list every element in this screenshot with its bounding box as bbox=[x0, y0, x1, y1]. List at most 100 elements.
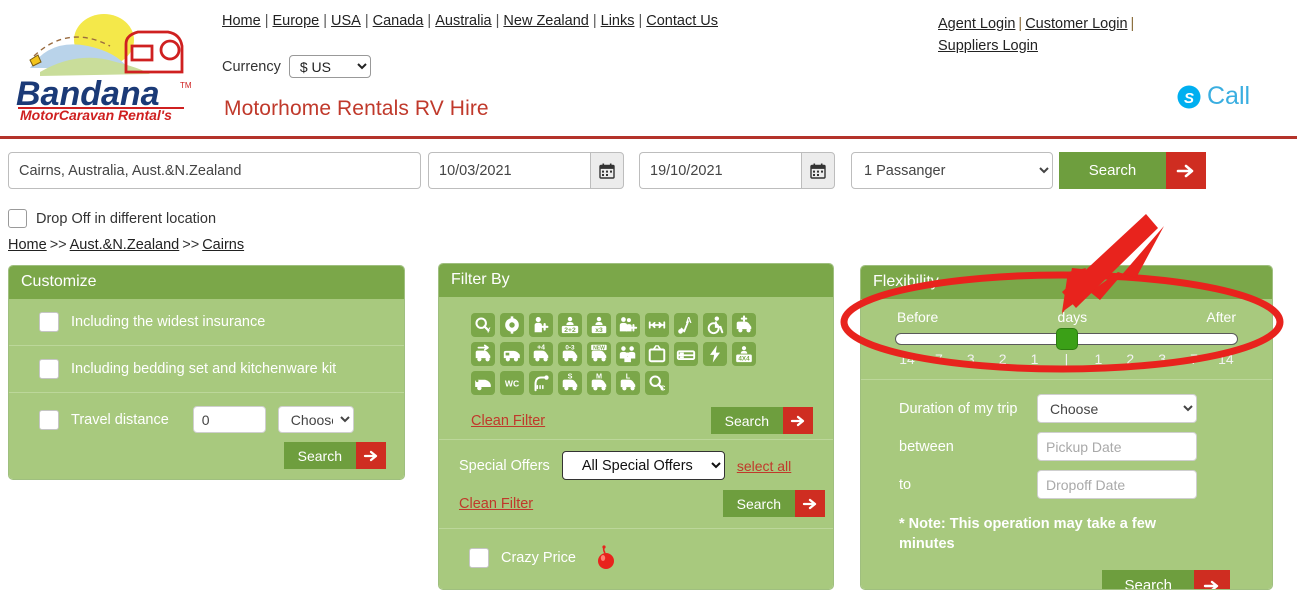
flex-dropoff-date-input[interactable] bbox=[1037, 470, 1197, 499]
van-arrow-icon[interactable] bbox=[471, 342, 495, 366]
nav-separator: | bbox=[364, 13, 369, 29]
person-plus-icon[interactable] bbox=[529, 313, 553, 337]
people-plus-icon[interactable] bbox=[616, 313, 640, 337]
flex-pickup-date-input[interactable] bbox=[1037, 432, 1197, 461]
camper-icon[interactable] bbox=[500, 342, 524, 366]
van-m-icon[interactable]: M bbox=[587, 371, 611, 395]
2plus2-icon[interactable]: 2+2 bbox=[558, 313, 582, 337]
special-offers-search-arrow-button[interactable] bbox=[795, 490, 825, 517]
to-label: to bbox=[899, 476, 912, 493]
customize-search-button[interactable]: Search bbox=[283, 442, 356, 469]
length-icon[interactable] bbox=[645, 313, 669, 337]
flexibility-scale-tick: 2 bbox=[998, 351, 1007, 367]
x3-icon[interactable]: x3 bbox=[587, 313, 611, 337]
nav-link-customer-login[interactable]: Customer Login bbox=[1025, 16, 1127, 32]
between-row: between bbox=[899, 432, 1260, 470]
van-s-icon[interactable]: S bbox=[558, 371, 582, 395]
nav-link-suppliers-login[interactable]: Suppliers Login bbox=[938, 38, 1038, 54]
van-new-icon[interactable]: NEW bbox=[587, 342, 611, 366]
bedding-kitchenware-checkbox[interactable] bbox=[39, 359, 59, 379]
family-icon[interactable] bbox=[616, 342, 640, 366]
bed-icon[interactable] bbox=[674, 342, 698, 366]
passenger-select[interactable]: 1 Passanger bbox=[851, 152, 1053, 189]
nav-link-contact-us[interactable]: Contact Us bbox=[646, 13, 718, 29]
site-logo[interactable]: Bandana MotorCaravan Rental's TM bbox=[12, 10, 194, 122]
flexibility-before-label: Before bbox=[897, 309, 939, 325]
crazy-price-checkbox[interactable] bbox=[469, 548, 489, 568]
flexibility-scale-tick: 2 bbox=[1126, 351, 1135, 367]
wheelchair-icon[interactable] bbox=[703, 313, 727, 337]
filter-search-button[interactable]: Search bbox=[710, 407, 783, 434]
breadcrumb-item-region[interactable]: Aust.&N.Zealand bbox=[70, 237, 180, 253]
crazy-price-row: Crazy Price bbox=[439, 528, 833, 587]
caravan-icon[interactable] bbox=[471, 371, 495, 395]
dropoff-different-location-row: Drop Off in different location bbox=[8, 209, 216, 228]
van-l-icon[interactable]: L bbox=[616, 371, 640, 395]
filter-clean-filter-link[interactable]: Clean Filter bbox=[471, 413, 545, 429]
nav-link-canada[interactable]: Canada bbox=[373, 13, 424, 29]
dropoff-date-group bbox=[639, 152, 835, 189]
flexibility-slider-knob[interactable] bbox=[1055, 328, 1078, 350]
nav-link-agent-login[interactable]: Agent Login bbox=[938, 16, 1015, 32]
arrow-right-icon bbox=[790, 415, 805, 426]
travel-distance-input[interactable] bbox=[192, 406, 266, 433]
customize-option-row: Including bedding set and kitchenware ki… bbox=[9, 345, 404, 392]
pickup-calendar-button[interactable] bbox=[590, 152, 624, 189]
van-plus4-icon[interactable]: +4 bbox=[529, 342, 553, 366]
location-input[interactable] bbox=[8, 152, 421, 189]
special-offers-select-all-link[interactable]: select all bbox=[737, 458, 791, 474]
currency-select[interactable]: $ US bbox=[288, 55, 371, 78]
crazy-price-label: Crazy Price bbox=[501, 550, 576, 566]
dropoff-different-location-checkbox[interactable] bbox=[8, 209, 27, 228]
dropoff-calendar-button[interactable] bbox=[801, 152, 835, 189]
search-c-icon[interactable]: C bbox=[645, 371, 669, 395]
main-search-arrow-button[interactable] bbox=[1166, 152, 1206, 189]
customize-option-row: Including the widest insurance bbox=[9, 299, 404, 345]
nav-link-home[interactable]: Home bbox=[222, 13, 261, 29]
special-offers-search-button[interactable]: Search bbox=[722, 490, 795, 517]
duration-row: Duration of my trip Choose bbox=[899, 394, 1260, 432]
red-balloon-icon bbox=[597, 545, 614, 569]
widest-insurance-checkbox[interactable] bbox=[39, 312, 59, 332]
nav-link-usa[interactable]: USA bbox=[331, 13, 361, 29]
travel-distance-unit-select[interactable]: Choose bbox=[277, 406, 354, 433]
power-icon[interactable] bbox=[703, 342, 727, 366]
flexibility-slider-track[interactable] bbox=[895, 328, 1238, 350]
shower-icon[interactable] bbox=[529, 371, 553, 395]
page-title: Motorhome Rentals RV Hire bbox=[224, 97, 489, 120]
nav-separator: | bbox=[264, 13, 269, 29]
breadcrumb-item-home[interactable]: Home bbox=[8, 237, 47, 253]
main-search-button[interactable]: Search bbox=[1059, 152, 1166, 189]
nav-link-new-zealand[interactable]: New Zealand bbox=[503, 13, 588, 29]
filter-panel-title: Filter By bbox=[439, 264, 833, 297]
breadcrumb-item-city[interactable]: Cairns bbox=[202, 237, 244, 253]
tv-icon[interactable] bbox=[645, 342, 669, 366]
4x4-icon[interactable]: 4X4 bbox=[732, 342, 756, 366]
flexibility-search-button[interactable]: Search bbox=[1102, 570, 1194, 589]
nav-link-australia[interactable]: Australia bbox=[435, 13, 491, 29]
nav-link-europe[interactable]: Europe bbox=[272, 13, 319, 29]
customize-search-group: Search bbox=[283, 442, 386, 469]
flexibility-slider-labels: Before days After bbox=[893, 309, 1240, 325]
special-offers-clean-filter-link[interactable]: Clean Filter bbox=[459, 496, 533, 512]
pickup-date-input[interactable] bbox=[428, 152, 590, 189]
dropoff-date-input[interactable] bbox=[639, 152, 801, 189]
nav-link-links[interactable]: Links bbox=[601, 13, 635, 29]
skype-call-button[interactable]: S Call bbox=[1176, 82, 1250, 111]
gear-icon[interactable] bbox=[500, 313, 524, 337]
van-0to3-icon[interactable]: 0-3 bbox=[558, 342, 582, 366]
search-y-icon[interactable]: Y bbox=[471, 313, 495, 337]
van-plus-icon[interactable] bbox=[732, 313, 756, 337]
flexibility-search-arrow-button[interactable] bbox=[1194, 570, 1230, 589]
wc-icon[interactable]: WC bbox=[500, 371, 524, 395]
svg-text:2+2: 2+2 bbox=[564, 327, 576, 334]
customize-search-arrow-button[interactable] bbox=[356, 442, 386, 469]
automatic-icon[interactable]: A bbox=[674, 313, 698, 337]
filter-search-arrow-button[interactable] bbox=[783, 407, 813, 434]
dropoff-different-location-label: Drop Off in different location bbox=[36, 210, 217, 227]
special-offers-select[interactable]: All Special Offers bbox=[561, 451, 725, 480]
to-row: to bbox=[899, 470, 1260, 508]
travel-distance-checkbox[interactable] bbox=[39, 409, 59, 430]
nav-separator: | bbox=[323, 13, 328, 29]
duration-select[interactable]: Choose bbox=[1037, 394, 1197, 423]
